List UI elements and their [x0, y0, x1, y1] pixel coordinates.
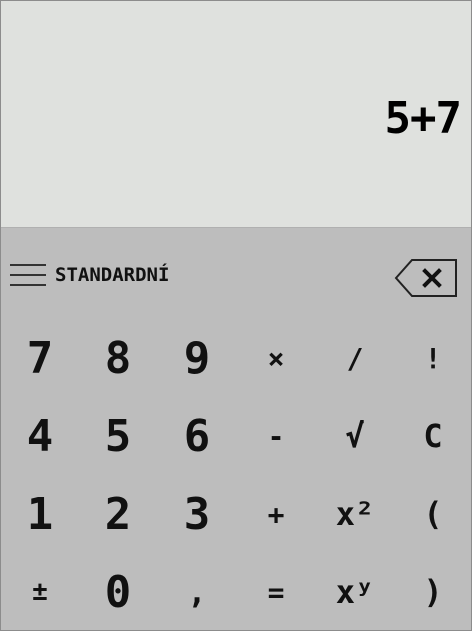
calculator-window: 5+7 STANDARDNÍ 7 8 9 × / ! 4 5 6 - √ C 1… [0, 0, 472, 631]
key-4[interactable]: 4 [1, 397, 79, 475]
key-plus-minus[interactable]: ± [1, 553, 79, 631]
mode-toolbar: STANDARDNÍ [1, 228, 471, 322]
key-3[interactable]: 3 [158, 475, 236, 553]
display-expression: 5+7 [384, 93, 462, 144]
keypad: 7 8 9 × / ! 4 5 6 - √ C 1 2 3 + x² ( ± 0… [1, 319, 471, 631]
key-2[interactable]: 2 [79, 475, 157, 553]
mode-label[interactable]: STANDARDNÍ [55, 263, 169, 287]
key-multiply[interactable]: × [237, 319, 315, 397]
key-6[interactable]: 6 [158, 397, 236, 475]
key-decimal-comma[interactable]: , [158, 553, 236, 631]
key-8[interactable]: 8 [79, 319, 157, 397]
backspace-button[interactable] [394, 258, 458, 298]
key-equals[interactable]: = [237, 553, 315, 631]
key-square-root[interactable]: √ [316, 397, 394, 475]
key-close-parenthesis[interactable]: ) [394, 553, 472, 631]
key-square[interactable]: x² [316, 475, 394, 553]
key-divide[interactable]: / [316, 319, 394, 397]
key-open-parenthesis[interactable]: ( [394, 475, 472, 553]
key-clear[interactable]: C [394, 397, 472, 475]
menu-button[interactable] [10, 264, 46, 286]
key-add[interactable]: + [237, 475, 315, 553]
backspace-icon [394, 259, 457, 297]
hamburger-menu-icon [10, 264, 46, 266]
key-5[interactable]: 5 [79, 397, 157, 475]
key-subtract[interactable]: - [237, 397, 315, 475]
key-1[interactable]: 1 [1, 475, 79, 553]
display-panel: 5+7 [1, 1, 471, 228]
key-7[interactable]: 7 [1, 319, 79, 397]
key-power[interactable]: xʸ [316, 553, 394, 631]
key-factorial[interactable]: ! [394, 319, 472, 397]
key-0[interactable]: 0 [79, 553, 157, 631]
key-9[interactable]: 9 [158, 319, 236, 397]
